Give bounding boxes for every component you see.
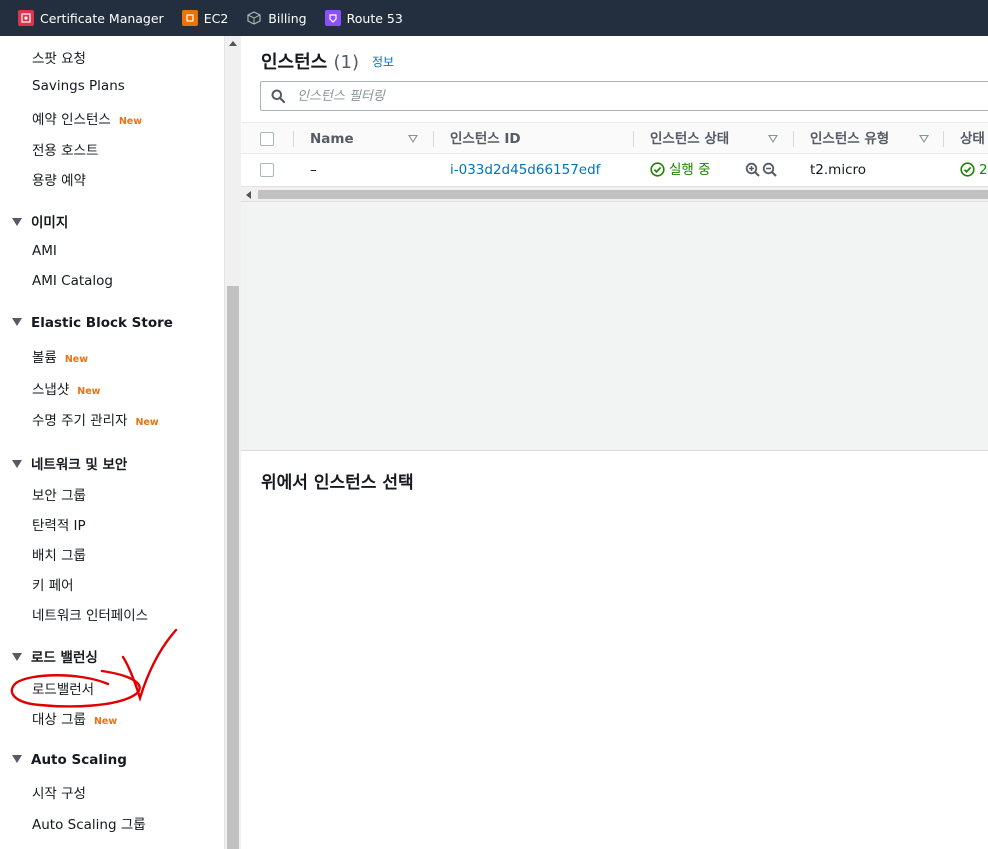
check-circle-icon	[960, 162, 975, 177]
sidebar-item-elastic-ip[interactable]: 탄력적 IP	[32, 514, 86, 534]
table-empty-area	[241, 202, 988, 451]
certificate-manager-icon	[18, 10, 34, 26]
caret-down-icon	[12, 318, 22, 326]
scrollbar-thumb[interactable]	[227, 286, 239, 849]
new-badge: New	[93, 716, 118, 727]
favorite-label: EC2	[203, 10, 229, 26]
scroll-up-arrow-icon[interactable]	[229, 41, 237, 46]
search-icon	[271, 89, 285, 103]
favorites-bar: Certificate Manager EC2 Billing Route 53	[0, 0, 988, 36]
route53-icon	[324, 10, 341, 26]
new-badge: New	[64, 354, 89, 365]
column-header-instance-id[interactable]: 인스턴스 ID	[450, 123, 521, 155]
column-divider	[633, 131, 634, 147]
column-header-name[interactable]: Name	[310, 123, 354, 155]
sidebar-item-dedicated-hosts[interactable]: 전용 호스트	[32, 139, 98, 159]
column-divider	[293, 131, 294, 147]
sidebar-item-placement-groups[interactable]: 배치 그룹	[32, 544, 86, 564]
sidebar-item-snapshots[interactable]: 스냅샷 New	[32, 378, 100, 398]
column-divider	[433, 131, 434, 147]
new-badge: New	[77, 386, 101, 397]
sidebar-item-ami[interactable]: AMI	[32, 243, 57, 259]
sidebar-item-auto-scaling-groups[interactable]: Auto Scaling 그룹	[32, 813, 146, 833]
caret-down-icon	[12, 755, 22, 763]
column-header-status-check[interactable]: 상태	[960, 123, 985, 155]
caret-down-icon	[12, 218, 22, 226]
filter-input[interactable]	[297, 86, 897, 106]
favorite-ec2[interactable]: EC2	[181, 10, 229, 26]
sidebar-item-key-pairs[interactable]: 키 페어	[32, 574, 74, 594]
sidebar-item-network-interfaces[interactable]: 네트워크 인터페이스	[32, 604, 148, 624]
scrollbar-thumb[interactable]	[258, 190, 988, 199]
sidebar-item-lifecycle-manager[interactable]: 수명 주기 관리자 New	[32, 409, 159, 429]
cell-instance-id[interactable]: i-033d2d45d66157edf	[450, 154, 600, 186]
table-header: Name 인스턴스 ID 인스턴스 상태 인스턴스 유형 상태	[241, 122, 988, 154]
sidebar-nav: 스팟 요청 Savings Plans 예약 인스턴스 New 전용 호스트 용량…	[0, 36, 224, 849]
sidebar-item-security-groups[interactable]: 보안 그룹	[32, 484, 86, 504]
sidebar-section-images[interactable]: 이미지	[12, 211, 68, 231]
sidebar-item-load-balancers[interactable]: 로드밸런서	[32, 678, 94, 698]
zoom-out-icon[interactable]	[762, 155, 778, 187]
sidebar-item-spot-requests[interactable]: 스팟 요청	[32, 47, 86, 67]
page-title-text: 인스턴스	[261, 52, 328, 73]
favorite-certificate-manager[interactable]: Certificate Manager	[18, 10, 164, 26]
split-panel-title: 위에서 인스턴스 선택	[261, 473, 414, 493]
column-header-instance-type[interactable]: 인스턴스 유형	[810, 123, 889, 155]
sort-icon[interactable]	[919, 135, 929, 143]
details-split-panel: 위에서 인스턴스 선택	[241, 452, 988, 849]
instance-filter[interactable]	[260, 81, 988, 111]
row-checkbox[interactable]	[260, 163, 274, 177]
column-header-instance-state[interactable]: 인스턴스 상태	[650, 123, 729, 155]
favorite-label: Certificate Manager	[40, 10, 164, 26]
sidebar-item-volumes[interactable]: 볼륨 New	[32, 346, 88, 366]
sidebar-section-load-balancing[interactable]: 로드 밸런싱	[12, 646, 98, 666]
check-circle-icon	[650, 162, 665, 177]
column-divider	[943, 131, 944, 147]
sidebar-item-launch-configurations[interactable]: 시작 구성	[32, 782, 86, 802]
cell-status-check: 2	[960, 154, 988, 186]
sidebar-item-target-groups[interactable]: 대상 그룹 New	[32, 708, 117, 728]
sidebar-item-capacity-reservations[interactable]: 용량 예약	[32, 169, 86, 189]
column-divider	[793, 131, 794, 147]
sidebar-section-ebs[interactable]: Elastic Block Store	[12, 315, 173, 331]
caret-down-icon	[12, 460, 22, 468]
info-link[interactable]: 정보	[372, 53, 394, 70]
sidebar-item-reserved-instances[interactable]: 예약 인스턴스 New	[32, 108, 142, 128]
instances-page: 인스턴스 (1) 정보 Name 인스턴스 ID 인스턴스 상태 인스턴스 유형…	[241, 36, 988, 849]
page-title: 인스턴스 (1)	[261, 48, 359, 74]
new-badge: New	[135, 417, 159, 428]
sort-icon[interactable]	[408, 135, 418, 143]
scroll-left-arrow-icon[interactable]	[246, 191, 251, 199]
new-badge: New	[118, 116, 142, 127]
sidebar-section-auto-scaling[interactable]: Auto Scaling	[12, 752, 127, 768]
select-all-checkbox[interactable]	[260, 132, 274, 146]
ec2-icon	[181, 10, 198, 26]
instance-state-text: 실행 중	[669, 162, 711, 178]
billing-icon	[246, 10, 262, 26]
favorite-route53[interactable]: Route 53	[324, 10, 403, 26]
zoom-in-icon[interactable]	[745, 155, 761, 187]
status-check-text: 2	[979, 162, 988, 178]
cell-instance-type: t2.micro	[810, 162, 867, 178]
instance-count: (1)	[333, 52, 360, 73]
cell-instance-state: 실행 중	[650, 154, 711, 186]
sidebar-scrollbar[interactable]	[224, 36, 241, 849]
cell-name: –	[310, 162, 317, 178]
table-row[interactable]: – i-033d2d45d66157edf 실행 중 t2.micro 2	[241, 154, 988, 186]
table-horizontal-scrollbar[interactable]	[241, 186, 988, 202]
sidebar-item-ami-catalog[interactable]: AMI Catalog	[32, 273, 113, 289]
favorite-billing[interactable]: Billing	[246, 10, 307, 26]
sidebar-item-savings-plans[interactable]: Savings Plans	[32, 78, 125, 94]
sort-icon[interactable]	[768, 135, 778, 143]
sidebar-section-network-security[interactable]: 네트워크 및 보안	[12, 453, 127, 473]
favorite-label: Billing	[268, 10, 307, 26]
caret-down-icon	[12, 653, 22, 661]
favorite-label: Route 53	[346, 10, 403, 26]
